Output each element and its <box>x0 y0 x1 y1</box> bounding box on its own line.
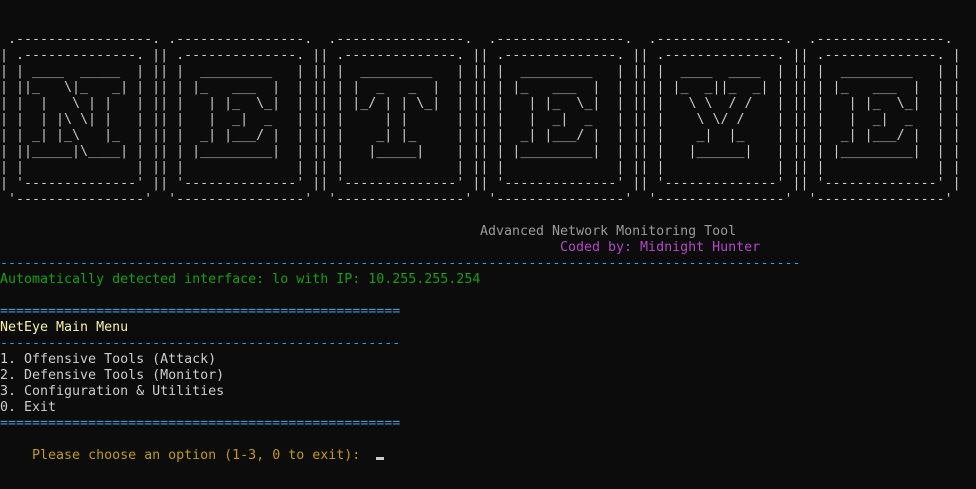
separator-equals-top: ========================================… <box>0 304 401 319</box>
menu-item-configuration: 3. Configuration & Utilities <box>0 384 225 399</box>
ascii-art-banner: .-----------------. .----------------. .… <box>0 32 961 207</box>
detected-interface-status: Automatically detected interface: lo wit… <box>0 272 481 287</box>
author-credit: Coded by: Midnight Hunter <box>560 240 761 255</box>
menu-item-defensive: 2. Defensive Tools (Monitor) <box>0 368 225 383</box>
terminal-window: .-----------------. .----------------. .… <box>0 0 976 489</box>
separator-equals-bottom: ========================================… <box>0 416 401 431</box>
input-prompt-text: Please choose an option (1-3, 0 to exit)… <box>32 448 369 463</box>
separator-dash-long: ----------------------------------------… <box>0 256 801 271</box>
menu-item-exit: 0. Exit <box>0 400 57 415</box>
text-cursor[interactable] <box>376 457 385 460</box>
input-prompt-line[interactable]: Please choose an option (1-3, 0 to exit)… <box>0 432 385 480</box>
menu-title: NetEye Main Menu <box>0 320 129 335</box>
menu-item-offensive: 1. Offensive Tools (Attack) <box>0 352 217 367</box>
tool-subtitle: Advanced Network Monitoring Tool <box>480 224 737 239</box>
separator-dash-short: ----------------------------------------… <box>0 336 401 351</box>
